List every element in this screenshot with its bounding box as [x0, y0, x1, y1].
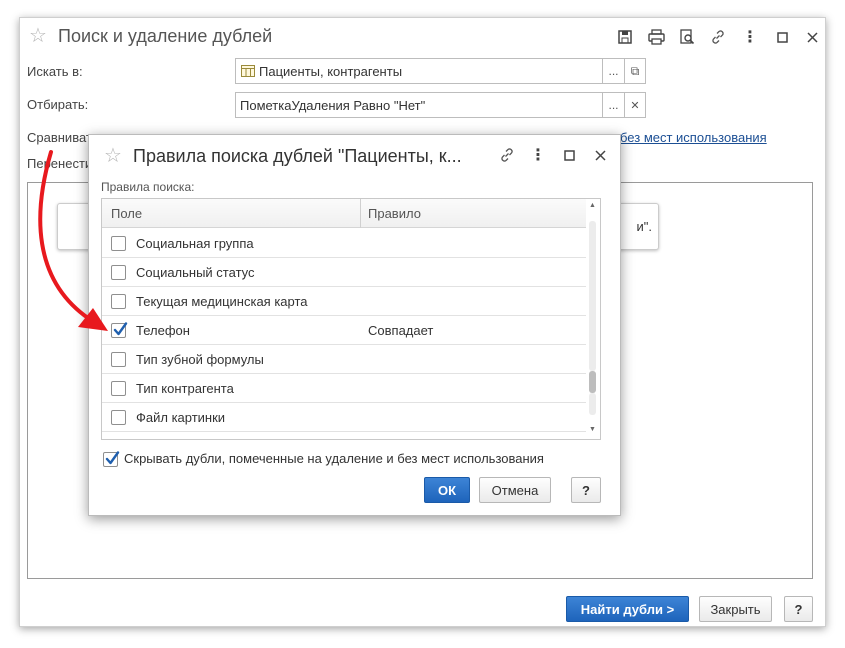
annotation-arrow: [38, 150, 108, 331]
